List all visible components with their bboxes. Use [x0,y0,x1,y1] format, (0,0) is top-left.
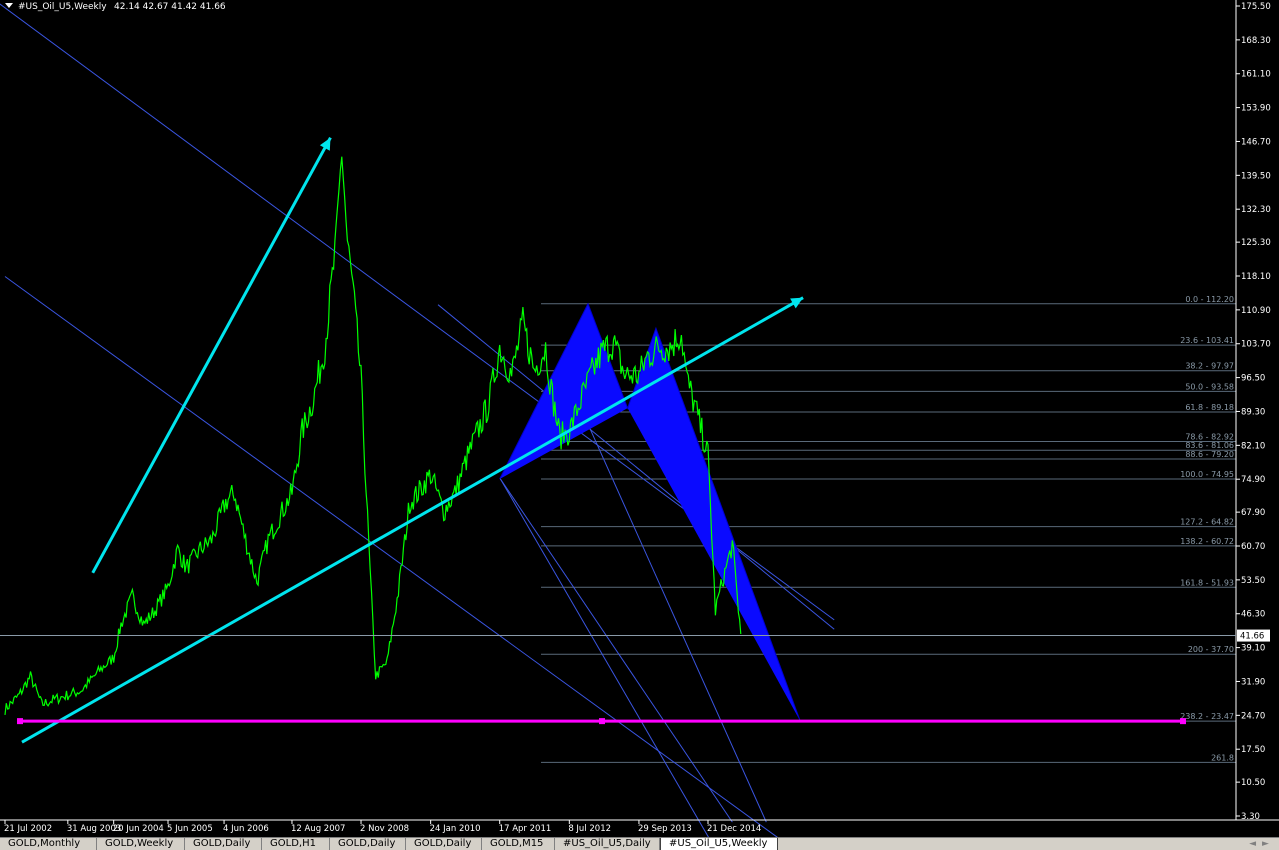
y-tick-label: 139.50 [1241,171,1271,181]
support-handle [17,718,23,725]
fib-label: 61.8 - 89.18 [1185,403,1234,412]
y-tick-label: 17.50 [1241,745,1265,755]
fib-label: 127.2 - 64.82 [1180,518,1234,527]
y-tick-label: 39.10 [1241,644,1265,654]
y-tick-label: 3.30 [1241,812,1260,822]
y-tick-label: 46.30 [1241,610,1265,620]
fib-label: 0.0 - 112.20 [1185,295,1234,304]
fib-label: 261.8 [1211,753,1234,762]
tab-4[interactable]: GOLD,Daily [330,838,406,850]
y-tick-label: 146.70 [1241,137,1271,147]
x-tick-label: 21 Dec 2014 [707,824,761,834]
fib-label: 88.6 - 79.20 [1185,450,1234,459]
x-tick-label: 24 Jan 2010 [430,824,481,834]
tab-6[interactable]: GOLD,M15 [482,838,555,850]
x-tick-label: 4 Jun 2006 [223,824,269,834]
tab-3[interactable]: GOLD,H1 [262,838,330,850]
fib-label: 100.0 - 74.95 [1180,470,1234,479]
x-tick-label: 5 Jun 2005 [167,824,213,834]
tab-scroll-arrows-icon[interactable]: ◄► [1245,838,1279,850]
last-price-label: 41.66 [1240,632,1264,642]
x-tick-label: 17 Apr 2011 [499,824,552,834]
tab-5[interactable]: GOLD,Daily [406,838,482,850]
x-tick-label: 20 Jun 2004 [113,824,164,834]
y-tick-label: 118.10 [1241,272,1271,282]
y-tick-label: 153.90 [1241,104,1271,114]
x-tick-label: 12 Aug 2007 [291,824,345,834]
fib-label: 138.2 - 60.72 [1180,537,1234,546]
y-tick-label: 53.50 [1241,576,1265,586]
fib-label: 23.6 - 103.41 [1180,336,1234,345]
x-tick-label: 21 Jul 2002 [4,824,52,834]
y-tick-label: 168.30 [1241,36,1271,46]
y-tick-label: 125.30 [1241,238,1271,248]
y-tick-label: 10.50 [1241,778,1265,788]
support-handle [1180,718,1186,725]
y-tick-label: 96.50 [1241,374,1265,384]
price-chart[interactable]: 0.0 - 112.20 23.6 - 103.41 38.2 - 97.97 50.… [0,0,1279,849]
x-tick-label: 29 Sep 2013 [638,824,692,834]
support-handle [599,718,605,725]
chart-symbol: #US_Oil_U5,Weekly [18,2,107,12]
y-tick-label: 24.70 [1241,711,1265,721]
fib-label: 238.2 - 23.47 [1180,712,1234,721]
tab-7[interactable]: #US_Oil_U5,Daily [555,838,660,850]
y-tick-label: 89.30 [1241,407,1265,417]
y-tick-label: 31.90 [1241,677,1265,687]
y-tick-label: 175.50 [1241,2,1271,12]
fib-label: 161.8 - 51.93 [1180,578,1234,587]
chart-tabs: GOLD,Monthly GOLD,Weekly GOLD,Daily GOLD,H1… [0,837,1279,850]
fib-label: 78.6 - 82.92 [1185,432,1234,441]
y-tick-label: 161.10 [1241,70,1271,80]
tab-2[interactable]: GOLD,Daily [185,838,262,850]
y-tick-label: 60.70 [1241,542,1265,552]
y-tick-label: 74.90 [1241,475,1265,485]
fib-label: 50.0 - 93.58 [1185,382,1234,391]
fib-label: 38.2 - 97.97 [1185,362,1234,371]
tab-1[interactable]: GOLD,Weekly [97,838,185,850]
y-tick-label: 67.90 [1241,508,1265,518]
y-tick-label: 110.90 [1241,306,1271,316]
y-tick-label: 103.70 [1241,340,1271,350]
tab-8[interactable]: #US_Oil_U5,Weekly [660,838,778,850]
y-tick-label: 82.10 [1241,441,1265,451]
chart-ohlc: 42.14 42.67 41.42 41.66 [114,2,226,12]
fib-label: 83.6 - 81.06 [1185,441,1234,450]
x-tick-label: 2 Nov 2008 [360,824,409,834]
x-tick-label: 8 Jul 2012 [568,824,611,834]
fib-label: 200 - 37.70 [1188,645,1234,654]
chart-header: #US_Oil_U5,Weekly 42.14 42.67 41.42 41.6… [5,2,226,12]
y-tick-label: 132.30 [1241,205,1271,215]
tab-0[interactable]: GOLD,Monthly [0,838,97,850]
